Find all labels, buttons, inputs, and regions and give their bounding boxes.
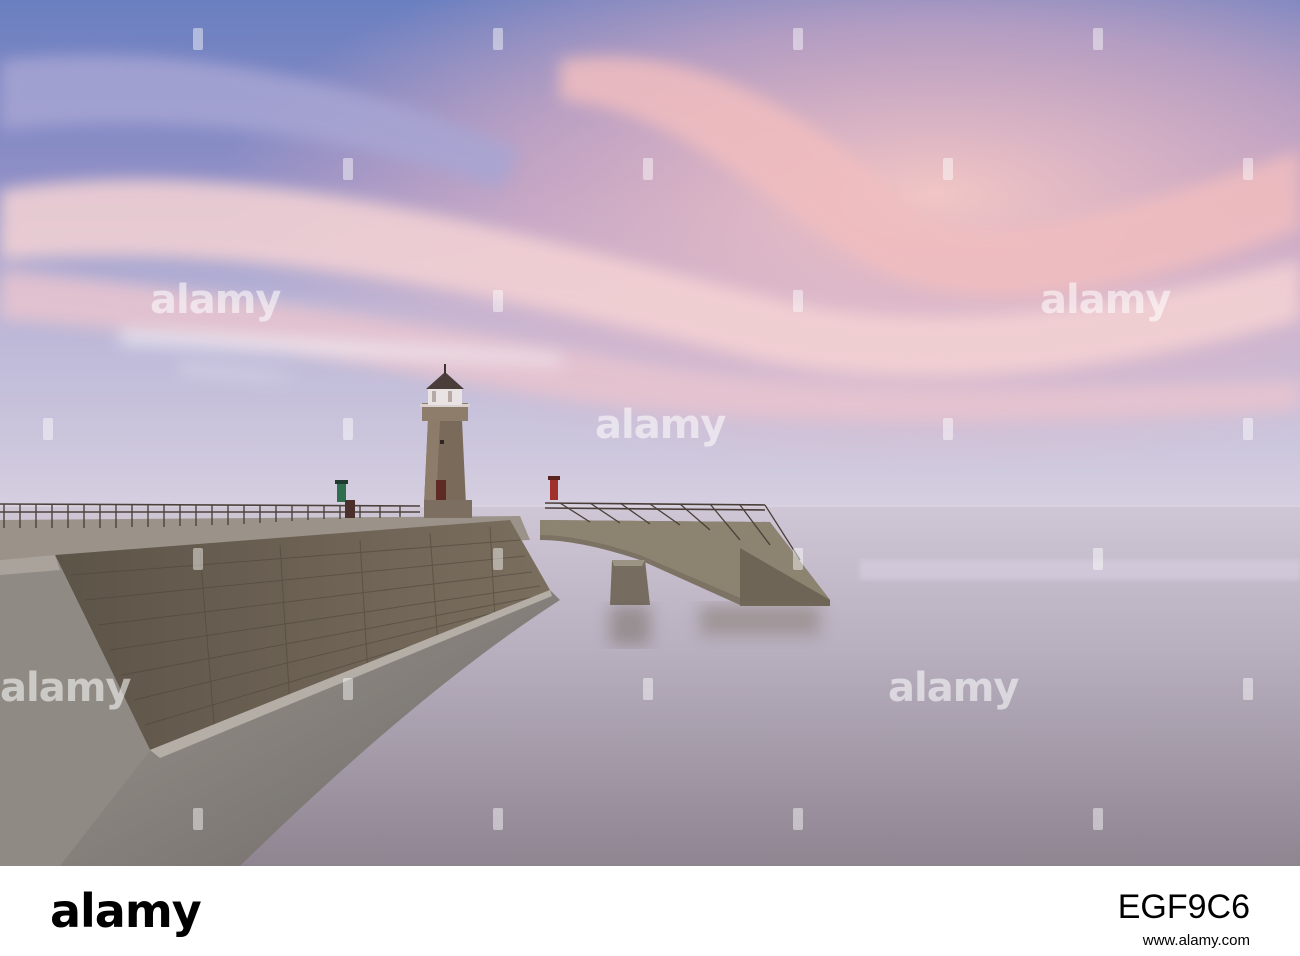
watermark-mark [643, 678, 653, 700]
watermark-mark [943, 158, 953, 180]
watermark-mark [343, 158, 353, 180]
watermark-mark [643, 158, 653, 180]
watermark-mark [43, 418, 53, 440]
watermark-mark [193, 808, 203, 830]
seascape-scene [0, 0, 1300, 866]
site-url[interactable]: www.alamy.com [1143, 932, 1250, 949]
watermark-mark [493, 290, 503, 312]
watermark-mark [193, 548, 203, 570]
watermark-mark [1093, 548, 1103, 570]
watermark-mark [1243, 678, 1253, 700]
watermark-mark [793, 808, 803, 830]
watermark-mark [1093, 808, 1103, 830]
watermark-mark [493, 548, 503, 570]
watermark-mark [493, 808, 503, 830]
watermark-mark [193, 28, 203, 50]
watermark-mark [1243, 158, 1253, 180]
watermark-mark [493, 28, 503, 50]
watermark-mark [793, 290, 803, 312]
watermark-mark [943, 418, 953, 440]
watermark-mark [1093, 28, 1103, 50]
watermark-mark [343, 678, 353, 700]
alamy-logo[interactable]: alamy [50, 884, 202, 938]
watermark-mark [793, 28, 803, 50]
watermark-mark [343, 418, 353, 440]
image-id: EGF9C6 [1117, 888, 1250, 926]
photo: alamy alamy alamy alamy alamy [0, 0, 1300, 866]
watermark-mark [1243, 418, 1253, 440]
watermark-mark [793, 548, 803, 570]
footer-bar: alamy EGF9C6 www.alamy.com [0, 866, 1300, 956]
